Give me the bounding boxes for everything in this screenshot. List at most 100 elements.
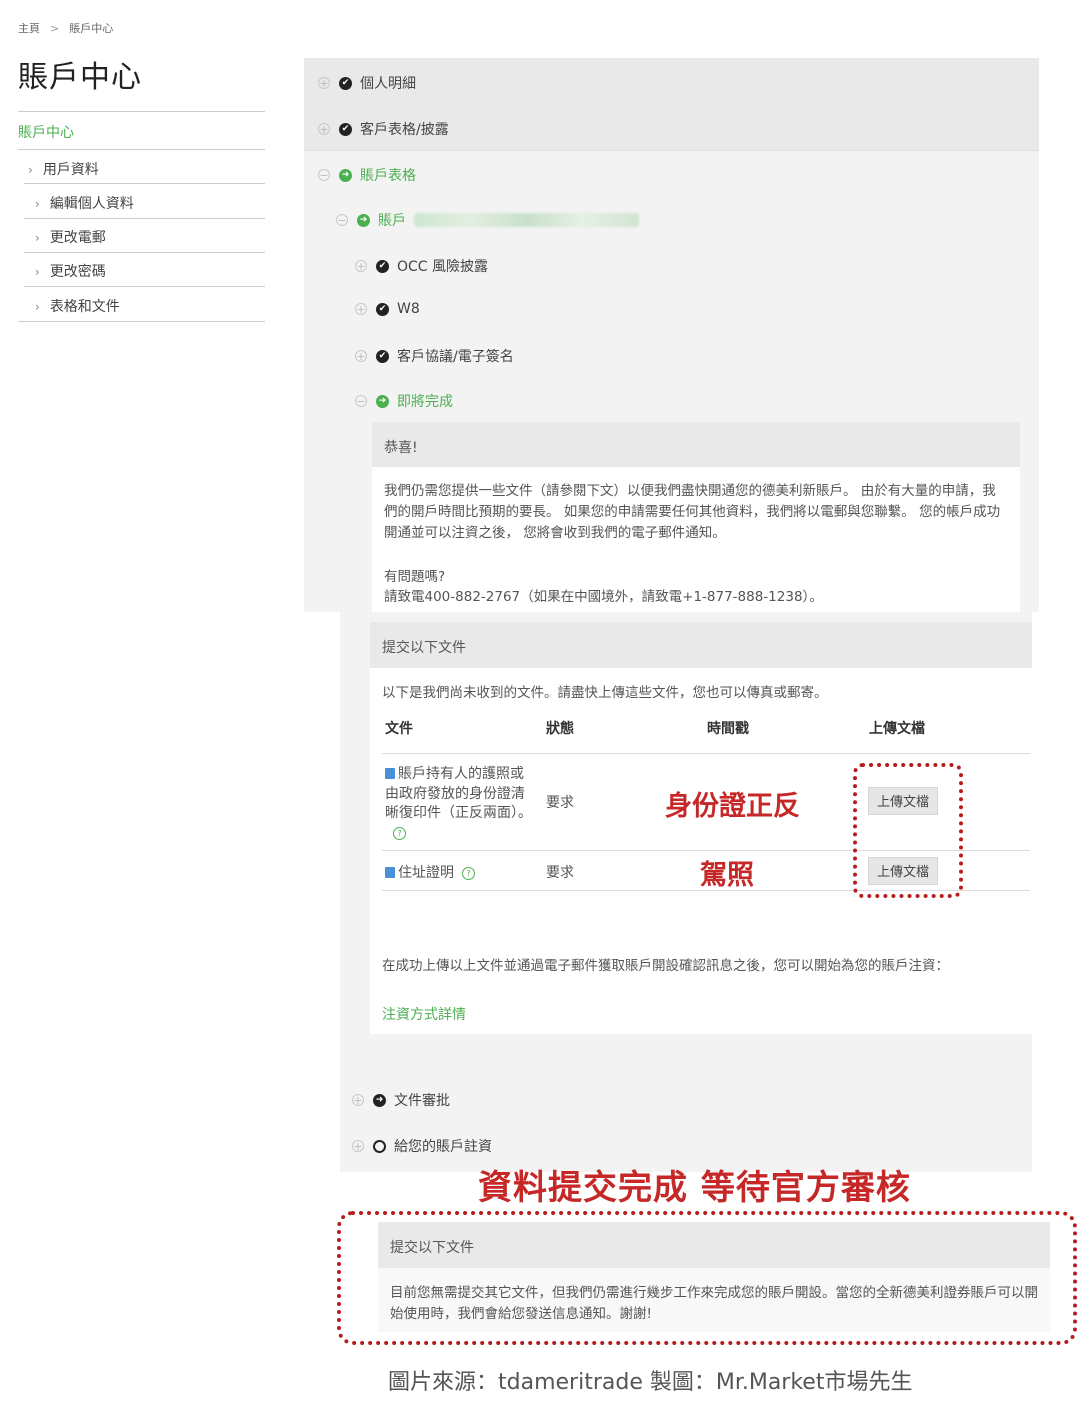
congrats-title: 恭喜!: [384, 440, 418, 456]
chevron-right-icon: ›: [35, 197, 40, 211]
sidebar-divider: [18, 111, 265, 112]
table-row: 賬戶持有人的護照或由政府發放的身份證清晰復印件（正反兩面）。?: [385, 765, 537, 843]
sidebar-item-user-info[interactable]: › 用戶資料: [28, 159, 99, 179]
empty-circle-icon: [373, 1139, 386, 1153]
collapse-minus-icon[interactable]: −: [336, 214, 348, 226]
help-icon[interactable]: ?: [462, 867, 475, 880]
accordion-personal[interactable]: + ✔ 個人明細: [318, 73, 416, 93]
sidebar-item-edit-profile[interactable]: › 編輯個人資料: [35, 193, 134, 213]
help-icon[interactable]: ?: [393, 826, 406, 840]
image-source-caption: 圖片來源：tdameritrade 製圖：Mr.Market市場先生: [388, 1370, 913, 1395]
submit-intro: 以下是我們尚未收到的文件。請盡快上傳這些文件，您也可以傳真或郵寄。: [382, 685, 828, 701]
arrow-circle-icon: ➜: [357, 213, 370, 227]
page-title: 賬戶中心: [18, 60, 142, 95]
breadcrumb: 主頁 > 賬戶中心: [18, 22, 114, 35]
final-card-header: [378, 1222, 1050, 1268]
breadcrumb-home[interactable]: 主頁: [18, 22, 40, 35]
expand-plus-icon[interactable]: +: [355, 260, 367, 272]
accordion-label: 客戶表格/披露: [360, 122, 449, 138]
col-header-doc: 文件: [385, 721, 413, 737]
after-upload-text: 在成功上傳以上文件並通過電子郵件獲取賬戶開設確認訊息之後，您可以開始為您的賬戶注…: [382, 958, 949, 974]
annotation-waiting: 資料提交完成 等待官方審核: [478, 1168, 911, 1208]
expand-plus-icon[interactable]: +: [318, 123, 330, 135]
expand-plus-icon[interactable]: +: [352, 1094, 364, 1106]
question-text: 有問題嗎?: [384, 569, 446, 585]
accordion-label: 個人明細: [360, 76, 416, 92]
expand-plus-icon[interactable]: +: [352, 1140, 364, 1152]
submit-header: [370, 622, 1032, 668]
col-header-timestamp: 時間戳: [707, 721, 749, 737]
check-circle-icon: ✔: [376, 259, 389, 273]
divider: [304, 150, 1039, 151]
phone-text: 請致電400-882-2767（如果在中國境外，請致電+1-877-888-12…: [384, 589, 823, 605]
collapse-minus-icon[interactable]: −: [355, 395, 367, 407]
sidebar-divider: [24, 252, 265, 253]
accordion-label: W8: [397, 301, 420, 317]
table-row: 住址證明?: [385, 862, 475, 882]
final-card-body: 目前您無需提交其它文件，但我們仍需進行幾步工作來完成您的賬戶開設。當您的全新德美…: [390, 1285, 1038, 1322]
arrow-circle-icon: ➜: [339, 168, 352, 182]
accordion-label: 客戶協議/電子簽名: [397, 349, 514, 365]
document-icon: [385, 768, 395, 779]
accordion-label: 文件審批: [394, 1093, 450, 1109]
final-card-title: 提交以下文件: [390, 1240, 474, 1256]
col-header-upload: 上傳文檔: [869, 721, 925, 737]
table-divider: [382, 753, 1030, 754]
sidebar-divider: [18, 149, 265, 150]
sidebar-item-change-password[interactable]: › 更改密碼: [35, 261, 106, 281]
accordion-label: 即將完成: [397, 394, 453, 410]
submit-title: 提交以下文件: [382, 640, 466, 656]
accordion-label: 賬戶表格: [360, 168, 416, 184]
accordion-agreement[interactable]: + ✔ 客戶協議/電子簽名: [355, 346, 514, 366]
document-icon: [385, 867, 395, 878]
doc-status: 要求: [546, 865, 574, 881]
expand-plus-icon[interactable]: +: [355, 350, 367, 362]
accordion-label: OCC 風險披露: [397, 259, 489, 275]
check-circle-icon: ✔: [376, 302, 389, 316]
funding-details-link[interactable]: 注資方式詳情: [382, 1004, 466, 1024]
accordion-almost-done[interactable]: − ➜ 即將完成: [355, 391, 453, 411]
chevron-right-icon: ›: [35, 300, 40, 314]
sidebar-divider: [24, 218, 265, 219]
check-circle-icon: ✔: [376, 349, 389, 363]
chevron-right-icon: ›: [35, 265, 40, 279]
accordion-client-forms[interactable]: + ✔ 客戶表格/披露: [318, 119, 449, 139]
check-circle-icon: ✔: [339, 76, 352, 90]
doc-name-address: 住址證明: [398, 865, 454, 881]
check-circle-icon: ✔: [339, 122, 352, 136]
expand-plus-icon[interactable]: +: [318, 77, 330, 89]
accordion-account-forms[interactable]: − ➜ 賬戶表格: [318, 165, 416, 185]
blurred-account-number: [414, 213, 639, 227]
accordion-fund-account[interactable]: + 給您的賬戶註資: [352, 1136, 492, 1156]
chevron-right-icon: ›: [35, 231, 40, 245]
sidebar-item-label: 編輯個人資料: [49, 196, 134, 212]
upload-highlight-box: [853, 763, 963, 898]
sidebar-divider: [24, 183, 265, 184]
arrow-circle-icon: ➜: [373, 1093, 386, 1107]
col-header-status: 狀態: [546, 721, 574, 737]
sidebar-item-label: 表格和文件: [49, 299, 120, 315]
accordion-label: 賬戶: [378, 213, 406, 229]
sidebar-item-label: 用戶資料: [42, 162, 99, 178]
sidebar-item-label: 更改密碼: [49, 264, 106, 280]
doc-status: 要求: [546, 795, 574, 811]
sidebar-item-label: 更改電郵: [49, 230, 106, 246]
congrats-header: [372, 422, 1020, 467]
annotation-license: 駕照: [700, 860, 754, 891]
sidebar-item-account-center[interactable]: 賬戶中心: [18, 122, 74, 142]
accordion-occ[interactable]: + ✔ OCC 風險披露: [355, 256, 488, 276]
annotation-id-card: 身份證正反: [665, 791, 800, 822]
accordion-w8[interactable]: + ✔ W8: [355, 301, 420, 317]
expand-plus-icon[interactable]: +: [355, 303, 367, 315]
collapse-minus-icon[interactable]: −: [318, 169, 330, 181]
accordion-account[interactable]: − ➜ 賬戶: [336, 210, 639, 230]
congrats-body: 我們仍需您提供一些文件（請參閱下文）以便我們盡快開通您的德美利新賬戶。 由於有大…: [384, 483, 1001, 541]
accordion-label: 給您的賬戶註資: [394, 1139, 492, 1155]
sidebar-divider: [24, 286, 265, 287]
doc-name-id: 賬戶持有人的護照或由政府發放的身份證清晰復印件（正反兩面）。: [385, 766, 532, 821]
sidebar-item-change-email[interactable]: › 更改電郵: [35, 227, 106, 247]
sidebar-item-forms-docs[interactable]: › 表格和文件: [35, 296, 120, 316]
chevron-right-icon: ›: [28, 163, 33, 177]
accordion-doc-review[interactable]: + ➜ 文件審批: [352, 1090, 450, 1110]
sidebar-divider: [18, 321, 265, 322]
